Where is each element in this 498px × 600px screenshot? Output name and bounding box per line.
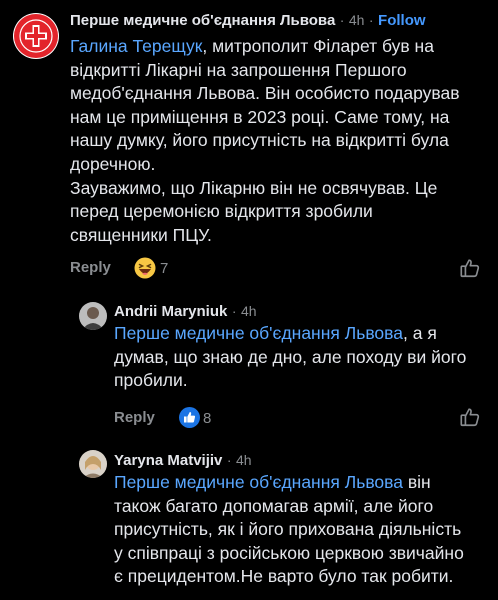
comment2-mention[interactable]: Перше медичне об'єднання Львова [114,323,403,343]
page-avatar[interactable] [13,13,59,59]
comment1-line: нашу думку, його присутність на відкритт… [70,130,449,151]
comment2-author[interactable]: Andrii Maryniuk [114,303,227,320]
comment3-line: також багато допомагав армії, але його [114,495,434,516]
comment1-sep: · [339,12,345,28]
comment1-line: священники ПЦУ. [70,224,212,245]
comment1-line: перед церемонією відкриття зробили [70,201,373,222]
comment2-line: думав, що знаю де дно, але походу ви йог… [114,346,467,367]
comment3-line-0: Перше медичне об'єднання Львова він [114,471,494,495]
medical-logo-icon [14,14,58,58]
haha-emoji-icon[interactable] [134,257,156,279]
thumbs-up-icon[interactable] [459,406,481,428]
comment3-sep: · [226,452,232,468]
comment2-header: Andrii Maryniuk · 4h [114,303,257,321]
like-reaction-icon[interactable] [179,407,200,428]
comment3-line: є прецидентом.Не варто було так робити. [114,566,454,587]
avatar-yaryna[interactable] [79,450,107,478]
comment3-text-start: він [403,472,431,492]
comment2-body: Перше медичне об'єднання Львова, а я дум… [114,322,494,393]
comment1-reply-button[interactable]: Reply [70,259,111,276]
comment3-body: Перше медичне об'єднання Львова він тако… [114,471,494,589]
comment1-line: нам це приміщення в 2023 році. Саме тому… [70,106,450,127]
comment2-line: пробили. [114,370,188,391]
comment1-line: відкритті Лікарні на запрошення Першого [70,59,407,80]
comment1-line: Зауважимо, що Лікарню він не освячував. … [70,177,438,198]
comment1-body: Галина Терещук, митрополит Філарет був н… [70,35,490,247]
comment1-line: доречною. [70,153,156,174]
thumbs-up-icon[interactable] [459,257,481,279]
person-avatar-icon [79,450,107,478]
comment1-header: Перше медичне об'єднання Львова · 4h · F… [70,12,426,30]
comment3-line: у співпраці з російською церквою звичайн… [114,542,464,563]
comment1-time[interactable]: 4h [349,12,365,28]
comment1-mention[interactable]: Галина Терещук [70,36,202,56]
comment1-author[interactable]: Перше медичне об'єднання Львова [70,12,335,29]
comment1-line-0: Галина Терещук, митрополит Філарет був н… [70,35,490,59]
comment1-sep2: · [368,12,374,28]
person-avatar-icon [79,302,107,330]
comment3-mention[interactable]: Перше медичне об'єднання Львова [114,472,403,492]
comment1-reaction-count[interactable]: 7 [160,260,168,277]
comment1-text-start: , митрополит Філарет був на [202,36,434,56]
follow-button[interactable]: Follow [378,12,426,29]
comment2-sep: · [231,303,237,319]
comment2-reaction-count[interactable]: 8 [203,410,211,427]
avatar-andrii[interactable] [79,302,107,330]
comment2-text-start: , а я [403,323,437,343]
comment1-line: медоб'єднання Львова. Він особисто подар… [70,83,460,104]
comment3-line: присутність, як і його прихована діяльні… [114,519,462,540]
comment3-header: Yaryna Matvijiv · 4h [114,452,252,470]
comment3-time[interactable]: 4h [236,452,252,468]
comment3-author[interactable]: Yaryna Matvijiv [114,452,222,469]
comment2-time[interactable]: 4h [241,303,257,319]
comment2-line-0: Перше медичне об'єднання Львова, а я [114,322,494,346]
comment2-reply-button[interactable]: Reply [114,409,155,426]
